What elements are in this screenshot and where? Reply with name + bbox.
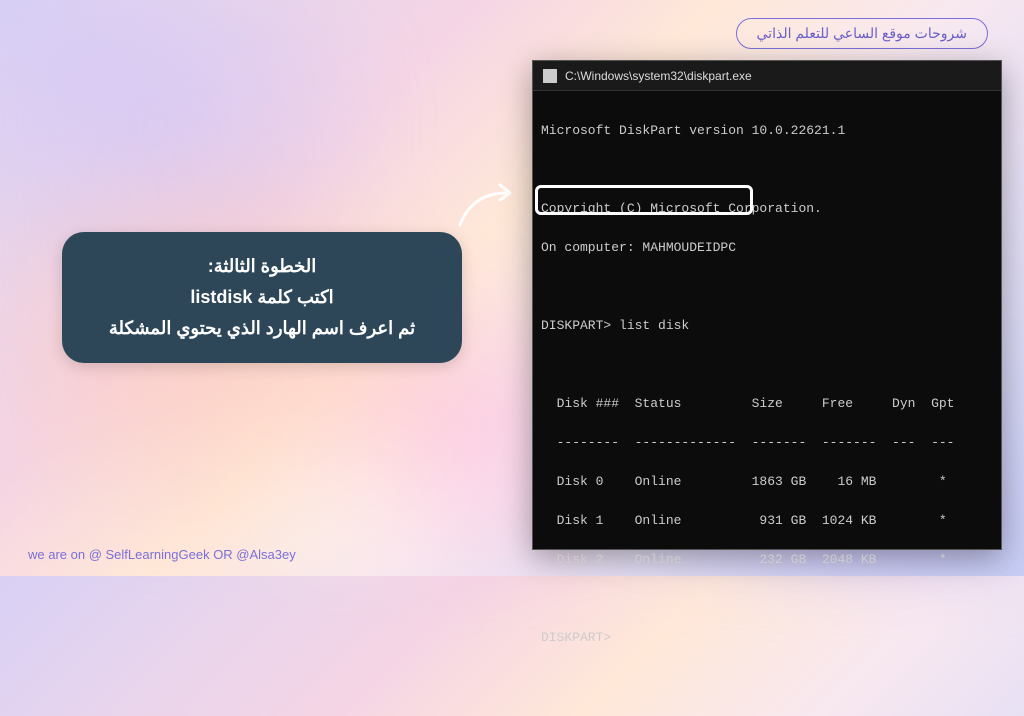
terminal-title-text: C:\Windows\system32\diskpart.exe — [565, 69, 752, 83]
callout-pre: اكتب كلمة — [252, 287, 333, 307]
term-version: Microsoft DiskPart version 10.0.22621.1 — [541, 121, 993, 141]
term-computer: On computer: MAHMOUDEIDPC — [541, 238, 993, 258]
term-prompt-empty: DISKPART> — [541, 628, 993, 648]
footer-credit: we are on @ SelfLearningGeek OR @Alsa3ey — [28, 547, 296, 562]
callout-desc: ثم اعرف اسم الهارد الذي يحتوي المشكلة — [88, 318, 436, 339]
term-blank4 — [541, 589, 993, 609]
term-header: Disk ### Status Size Free Dyn Gpt — [541, 394, 993, 414]
instruction-callout: الخطوة الثالثة: اكتب كلمة listdisk ثم اع… — [62, 232, 462, 363]
terminal-titlebar[interactable]: C:\Windows\system32\diskpart.exe — [533, 61, 1001, 91]
callout-title: الخطوة الثالثة: — [88, 256, 436, 277]
term-blank2 — [541, 277, 993, 297]
term-row-0: Disk 0 Online 1863 GB 16 MB * — [541, 472, 993, 492]
term-blank — [541, 160, 993, 180]
term-divider: -------- ------------- ------- ------- -… — [541, 433, 993, 453]
term-prompt-cmd: DISKPART> list disk — [541, 316, 993, 336]
callout-command-line: اكتب كلمة listdisk — [88, 287, 436, 308]
callout-cmd: listdisk — [190, 287, 252, 307]
terminal-app-icon — [543, 69, 557, 83]
term-row-2: Disk 2 Online 232 GB 2048 KB * — [541, 550, 993, 570]
term-blank3 — [541, 355, 993, 375]
site-badge: شروحات موقع الساعي للتعلم الذاتي — [736, 18, 988, 49]
term-row-1: Disk 1 Online 931 GB 1024 KB * — [541, 511, 993, 531]
terminal-body[interactable]: Microsoft DiskPart version 10.0.22621.1 … — [533, 91, 1001, 716]
diskpart-terminal-window[interactable]: C:\Windows\system32\diskpart.exe Microso… — [532, 60, 1002, 550]
arrow-icon — [452, 175, 522, 245]
term-copyright: Copyright (C) Microsoft Corporation. — [541, 199, 993, 219]
